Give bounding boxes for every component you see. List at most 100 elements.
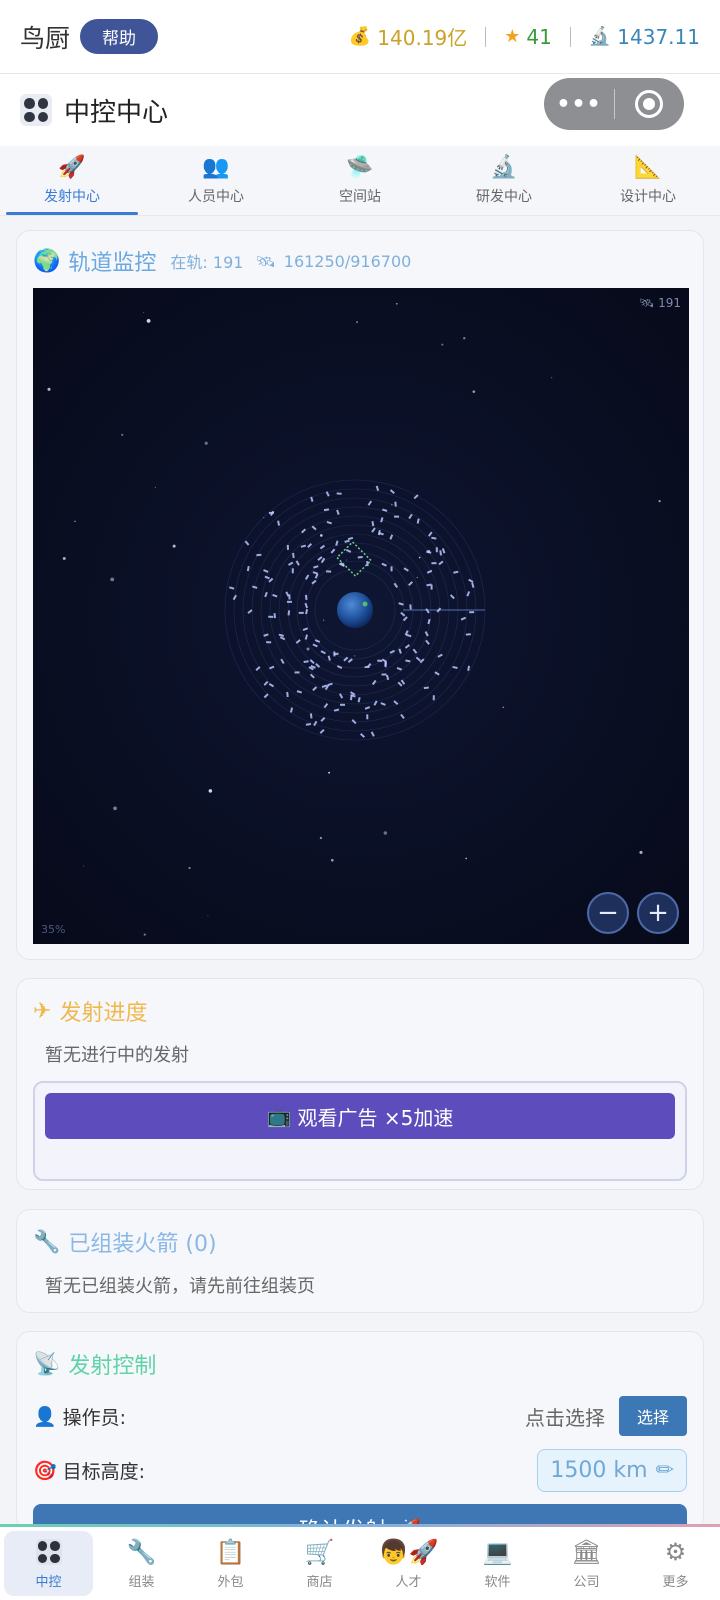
satellite xyxy=(315,662,321,668)
tab-label: 设计中心 xyxy=(620,189,676,205)
star xyxy=(208,789,213,793)
satellite xyxy=(286,544,289,550)
more-menu-button[interactable]: ••• xyxy=(544,92,614,117)
satellite xyxy=(423,686,429,690)
altitude-row: 🎯 目标高度: 1500 km ✏ xyxy=(33,1448,687,1492)
satellite xyxy=(424,631,429,637)
launch-control-card: 📡 发射控制 👤 操作员: 点击选择 选择 🎯 目标高度: 1500 km ✏ … xyxy=(16,1331,704,1554)
nav-item-talent[interactable]: 👦🚀 人才 xyxy=(364,1527,453,1600)
satellite xyxy=(232,594,237,601)
satellite xyxy=(389,534,394,540)
ufo-icon: 🛸 xyxy=(346,155,374,180)
star xyxy=(143,312,145,314)
pencil-icon: ✏ xyxy=(655,1457,674,1483)
satellite xyxy=(431,536,437,540)
tab-personnel-center[interactable]: 👥 人员中心 xyxy=(144,146,288,215)
close-miniprogram-button[interactable] xyxy=(615,90,683,118)
star xyxy=(395,302,398,305)
satellite xyxy=(344,539,350,543)
satellite xyxy=(336,492,342,495)
satellite xyxy=(300,544,307,548)
tv-icon: 📺 xyxy=(266,1104,292,1128)
microscope-icon: 🔬 xyxy=(490,155,518,180)
tab-launch-center[interactable]: 🚀 发射中心 xyxy=(0,146,144,215)
star xyxy=(188,866,191,870)
satellite xyxy=(412,648,418,654)
satellite-counter-value: 191 xyxy=(658,296,681,310)
satellite xyxy=(288,561,294,566)
operator-select: 点击选择 选择 xyxy=(525,1396,687,1436)
divider xyxy=(485,26,487,47)
tab-research-center[interactable]: 🔬 研发中心 xyxy=(432,146,576,215)
satellite xyxy=(364,665,370,669)
satellite xyxy=(403,567,409,572)
satellite xyxy=(307,543,313,548)
satellite xyxy=(453,570,459,574)
no-rockets-text: 暂无已组装火箭，请先前往组装页 xyxy=(45,1276,315,1297)
star xyxy=(550,376,553,379)
grid-icon xyxy=(35,1537,62,1567)
nav-item-assembly[interactable]: 🔧 组装 xyxy=(97,1527,186,1600)
nav-item-more[interactable]: ⚙ 更多 xyxy=(631,1527,720,1600)
satellite xyxy=(449,594,455,600)
star xyxy=(207,915,209,916)
satellite xyxy=(301,528,307,534)
star xyxy=(502,706,505,709)
select-operator-button[interactable]: 选择 xyxy=(618,1396,687,1436)
satellite xyxy=(229,586,235,590)
star xyxy=(472,390,476,393)
zoom-out-button[interactable]: − xyxy=(587,892,629,934)
nav-item-outsource[interactable]: 📋 外包 xyxy=(186,1527,275,1600)
on-orbit-count: 在轨: 191 xyxy=(170,253,244,272)
nav-label: 商店 xyxy=(306,1575,333,1590)
satellite xyxy=(408,581,414,587)
satellite xyxy=(263,680,269,686)
nav-label: 组装 xyxy=(128,1575,155,1590)
satellite xyxy=(295,639,301,644)
satellite xyxy=(263,569,269,573)
tab-design-center[interactable]: 📐 设计中心 xyxy=(576,146,720,215)
satellite xyxy=(384,661,387,667)
satellite xyxy=(396,666,403,671)
star xyxy=(463,337,466,340)
satellite xyxy=(370,731,375,737)
satellite xyxy=(430,584,433,590)
progress-title-text: 发射进度 xyxy=(59,1001,148,1026)
satellite-counter: 🛰 191 xyxy=(639,296,681,310)
satellite xyxy=(256,553,262,557)
satellite xyxy=(298,611,304,614)
operator-hint[interactable]: 点击选择 xyxy=(525,1402,605,1431)
star xyxy=(418,556,421,559)
wrench-icon: 🔧 xyxy=(33,1229,61,1255)
satellite xyxy=(326,520,332,525)
star xyxy=(323,619,325,621)
zoom-in-button[interactable]: + xyxy=(637,892,679,934)
orbit-viewport[interactable]: 🛰 191 35% − + xyxy=(33,288,689,944)
satellite xyxy=(467,665,471,671)
nav-item-software[interactable]: 💻 软件 xyxy=(453,1527,542,1600)
tab-space-station[interactable]: 🛸 空间站 xyxy=(288,146,432,215)
satellite xyxy=(330,548,336,554)
satellite xyxy=(367,500,373,506)
nav-item-shop[interactable]: 🛒 商店 xyxy=(275,1527,364,1600)
help-button[interactable]: 帮助 xyxy=(80,19,159,54)
orbit-title-text: 轨道监控 xyxy=(68,251,157,276)
altitude-input[interactable]: 1500 km ✏ xyxy=(537,1448,687,1492)
satellite xyxy=(317,556,323,561)
satellite xyxy=(304,574,310,580)
satellite xyxy=(294,671,300,674)
nav-item-control[interactable]: 中控 xyxy=(4,1531,93,1596)
resource-stats: 💰 140.19亿 ★ 41 🔬 1437.11 xyxy=(349,22,700,51)
operator-label-text: 操作员: xyxy=(62,1406,127,1429)
star xyxy=(441,343,444,346)
star xyxy=(416,576,418,578)
satellite xyxy=(452,665,458,669)
satellite xyxy=(432,695,435,701)
satellite xyxy=(302,627,309,632)
satellite xyxy=(416,518,420,524)
watch-ad-button[interactable]: 📺 观看广告 ×5加速 xyxy=(45,1093,675,1139)
nav-item-company[interactable]: 🏛 公司 xyxy=(542,1527,631,1600)
satellite xyxy=(290,707,294,713)
orbit-monitor-title: 🌍 轨道监控 在轨: 191 🛰 161250/916700 xyxy=(33,245,687,277)
star xyxy=(383,831,388,835)
